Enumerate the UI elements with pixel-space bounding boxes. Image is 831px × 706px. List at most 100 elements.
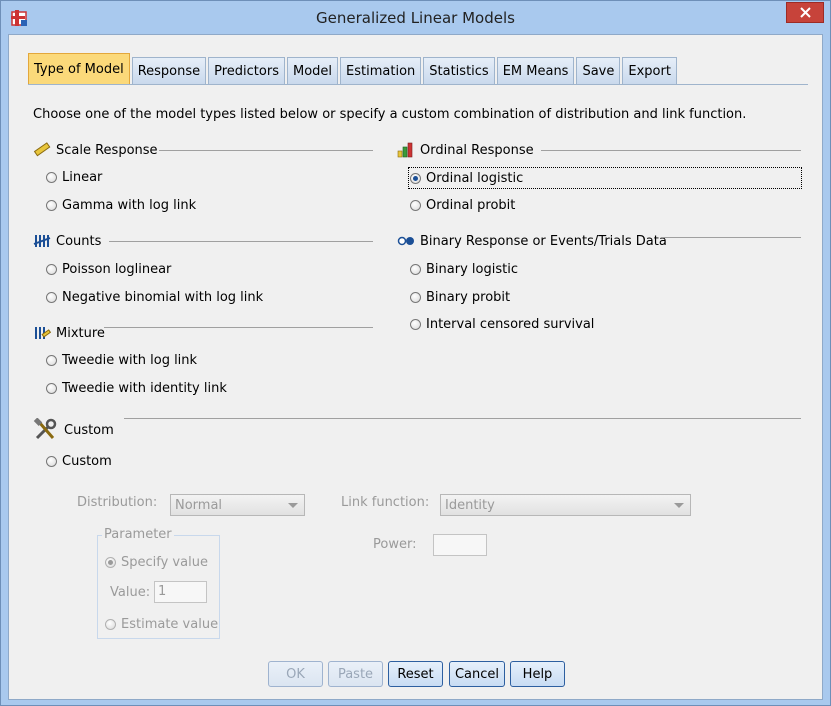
distribution-select[interactable]: Normal [170,494,305,516]
radio-binary-logistic[interactable]: Binary logistic [410,262,518,277]
binary-icon [397,236,414,246]
radio-tweedie-identity-link[interactable]: Tweedie with identity link [46,381,227,396]
cancel-button[interactable]: Cancel [449,661,505,687]
radio-button[interactable] [410,264,421,275]
radio-label: Negative binomial with log link [62,290,264,305]
radio-negative-binomial[interactable]: Negative binomial with log link [46,290,263,305]
radio-gamma-log-link[interactable]: Gamma with log link [46,198,196,213]
ok-button[interactable]: OK [268,661,323,687]
radio-estimate-value[interactable]: Estimate value [105,617,218,632]
dialog-body: Type of Model Response Predictors Model … [8,34,823,700]
reset-button[interactable]: Reset [388,661,443,687]
radio-label: Custom [62,454,112,469]
tab-predictors[interactable]: Predictors [208,57,285,85]
group-binary-response: Binary Response or Events/Trials Data [397,233,667,249]
radio-tweedie-log-link[interactable]: Tweedie with log link [46,353,197,368]
title-bar[interactable]: Generalized Linear Models [1,1,830,35]
close-icon [799,7,811,18]
radio-linear[interactable]: Linear [46,170,102,185]
dialog-window: Generalized Linear Models Type of Model … [0,0,831,706]
chevron-down-icon [288,503,298,508]
intro-text: Choose one of the model types listed bel… [33,107,747,122]
group-ordinal-response: Ordinal Response [397,142,534,158]
distribution-label: Distribution: [77,495,158,510]
group-custom: Custom [33,418,114,442]
radio-label: Interval censored survival [426,317,595,332]
radio-binary-probit[interactable]: Binary probit [410,290,510,305]
radio-button[interactable] [46,355,57,366]
tab-strip: Type of Model Response Predictors Model … [28,53,679,85]
group-title: Binary Response or Events/Trials Data [420,233,667,249]
radio-button[interactable] [46,456,57,467]
group-title: Ordinal Response [420,142,534,158]
tab-export[interactable]: Export [622,57,677,85]
divider [124,418,801,419]
radio-button[interactable] [46,264,57,275]
tab-save[interactable]: Save [576,57,621,85]
radio-button[interactable] [46,292,57,303]
parameter-legend: Parameter [102,527,174,542]
radio-interval-censored-survival[interactable]: Interval censored survival [410,317,594,332]
tools-icon [33,418,57,440]
radio-button[interactable] [410,200,421,211]
close-button[interactable] [786,2,824,23]
divider [159,150,373,151]
radio-label: Gamma with log link [62,198,197,213]
radio-button[interactable] [410,292,421,303]
group-counts: Counts [33,233,101,249]
radio-button[interactable] [410,319,421,330]
link-function-select[interactable]: Identity [440,494,691,516]
radio-label: Tweedie with log link [62,353,198,368]
window-title: Generalized Linear Models [316,9,515,27]
bar-chart-icon [397,142,413,158]
radio-label: Binary probit [426,290,511,305]
radio-label: Poisson loglinear [62,262,172,277]
value-field[interactable]: 1 [154,581,207,603]
radio-custom[interactable]: Custom [46,454,112,469]
radio-label: Tweedie with identity link [62,381,227,396]
tab-model[interactable]: Model [286,57,339,85]
radio-label: Ordinal probit [426,198,516,213]
group-title: Scale Response [56,142,158,158]
radio-button[interactable] [105,557,116,568]
tab-statistics[interactable]: Statistics [423,57,495,85]
group-scale-response: Scale Response [33,142,158,158]
paste-button[interactable]: Paste [328,661,383,687]
divider [109,241,373,242]
tab-type-of-model[interactable]: Type of Model [28,53,130,85]
link-function-value: Identity [445,498,495,513]
radio-label: Ordinal logistic [426,170,524,186]
divider [661,237,801,238]
radio-button[interactable] [410,172,421,184]
radio-specify-value[interactable]: Specify value [105,555,208,570]
link-function-label: Link function: [341,495,430,510]
distribution-value: Normal [175,498,223,513]
chevron-down-icon [674,503,684,508]
radio-button[interactable] [46,172,57,183]
tab-divider [28,84,808,85]
radio-ordinal-probit[interactable]: Ordinal probit [410,198,515,213]
tab-em-means[interactable]: EM Means [496,57,575,85]
radio-label: Binary logistic [426,262,518,277]
radio-button[interactable] [105,619,116,630]
power-field[interactable] [433,534,487,556]
radio-button[interactable] [46,200,57,211]
group-mixture: Mixture [33,325,105,341]
radio-button[interactable] [46,383,57,394]
mixture-icon [35,327,51,339]
group-title: Counts [56,233,102,249]
group-title: Mixture [56,325,105,341]
radio-ordinal-logistic[interactable]: Ordinal logistic [408,167,802,189]
radio-label: Specify value [121,555,208,570]
value-label: Value: [110,585,151,600]
ruler-icon [33,142,51,157]
radio-poisson-loglinear[interactable]: Poisson loglinear [46,262,171,277]
group-title: Custom [64,422,114,438]
help-button[interactable]: Help [510,661,565,687]
tab-estimation[interactable]: Estimation [340,57,422,85]
radio-label: Estimate value [121,617,219,632]
tally-icon [33,235,51,247]
tab-response[interactable]: Response [131,57,207,85]
divider [541,150,801,151]
radio-label: Linear [62,170,103,185]
